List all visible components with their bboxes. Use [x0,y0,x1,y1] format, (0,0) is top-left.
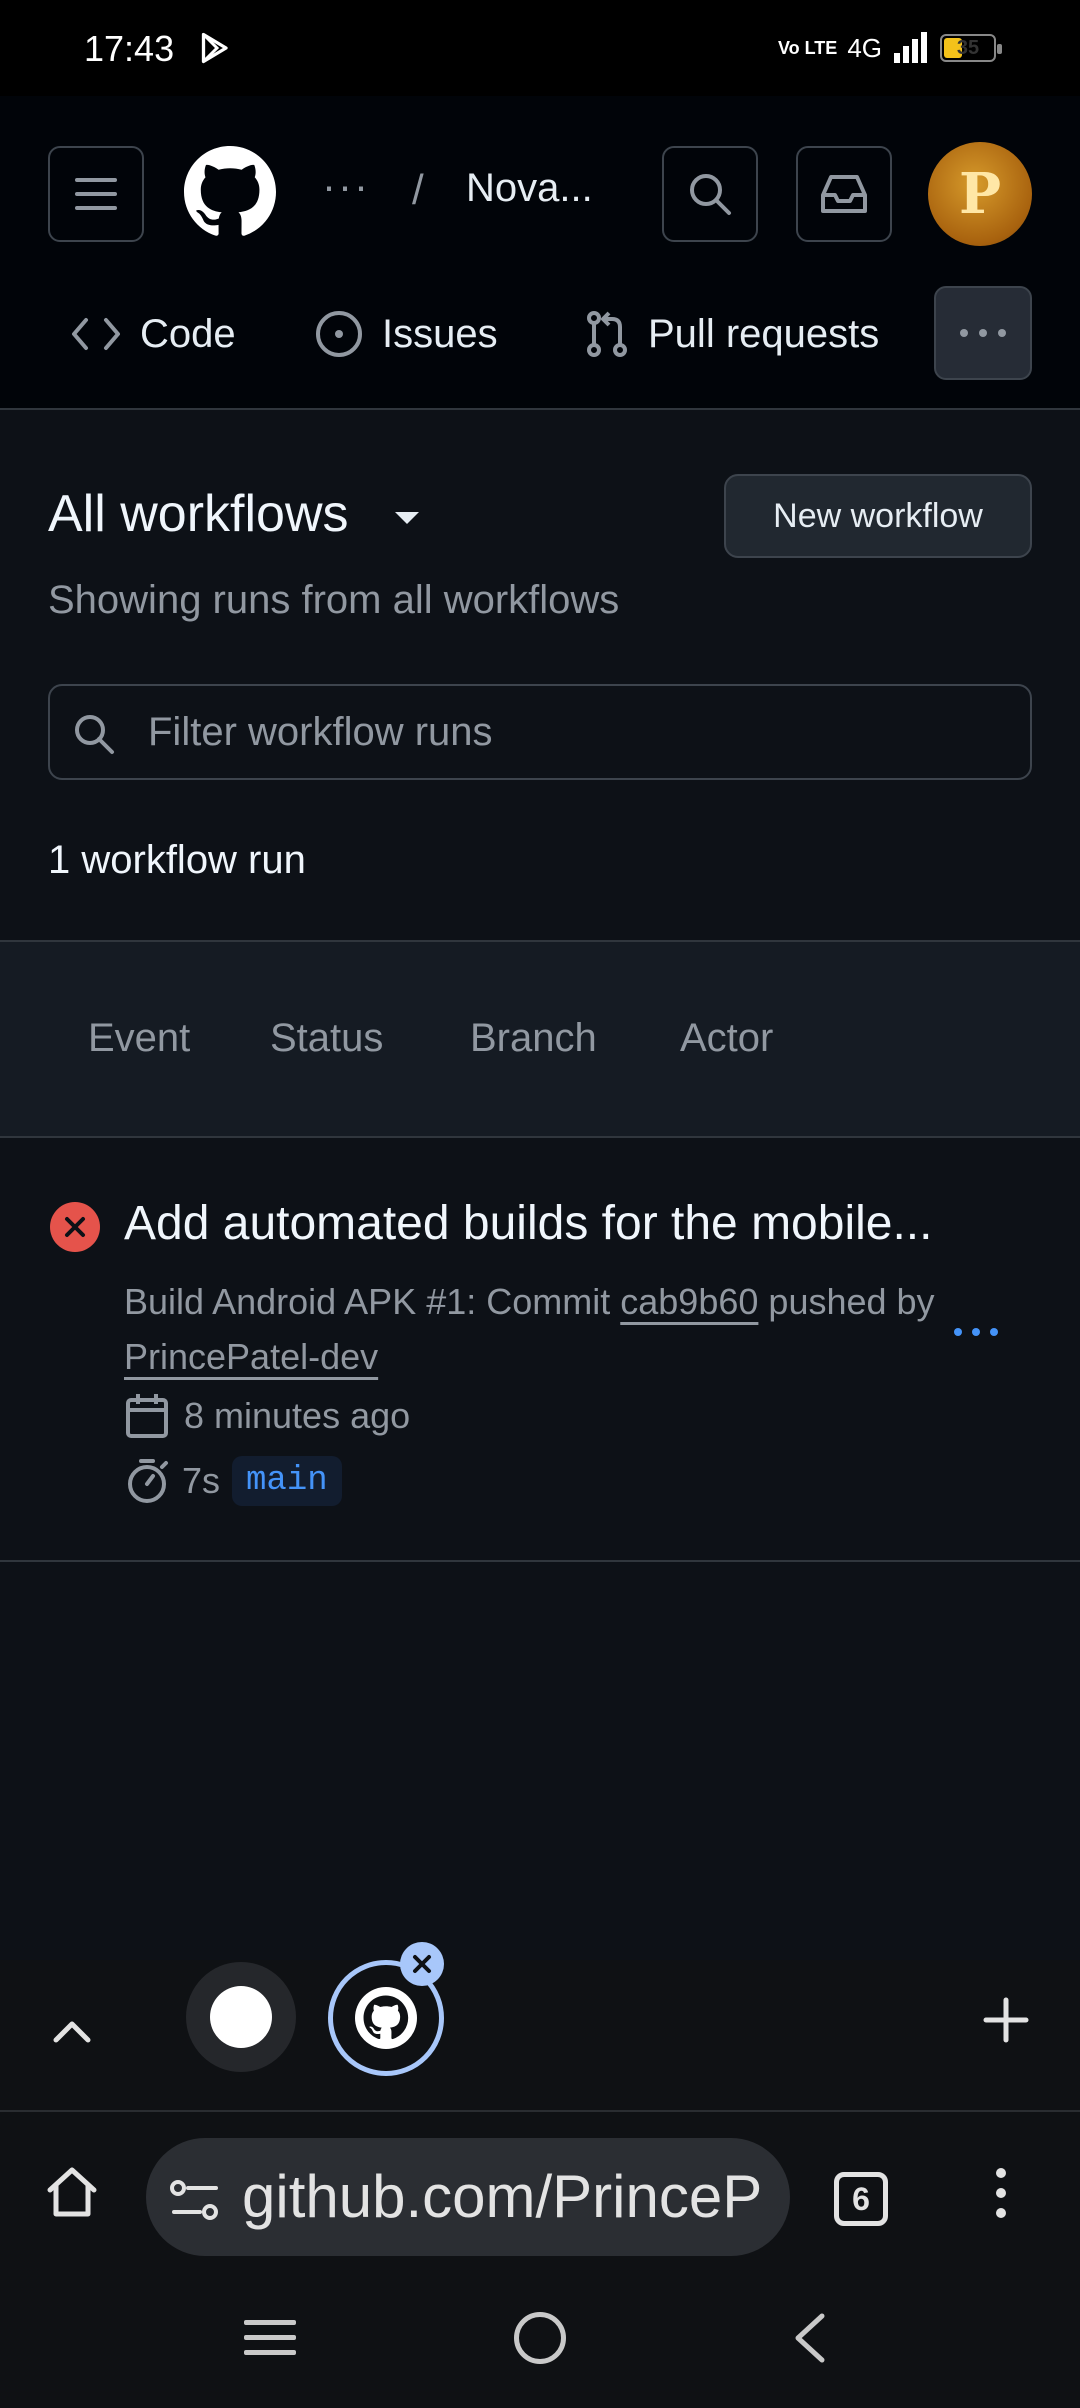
workflow-run-row[interactable]: Add automated builds for the mobile... B… [0,1138,1080,1562]
tab-issues-label: Issues [382,311,498,356]
git-pull-request-icon [587,311,627,357]
run-count: 1 workflow run [48,838,306,882]
filter-status-button[interactable]: Status [270,1016,383,1061]
dot [996,2168,1006,2178]
issue-opened-icon [316,311,362,357]
run-time-ago: 8 minutes ago [184,1395,411,1436]
tab-switcher-button[interactable]: 6 [834,2172,888,2226]
author-link[interactable]: PrincePatel-dev [124,1336,378,1377]
run-time: 8 minutes ago [124,1392,410,1440]
breadcrumb-overflow[interactable]: ··· [322,162,370,210]
code-icon [72,318,120,350]
line [244,2335,296,2340]
github-header: ··· / Nova... P Code Issues Pull request… [0,96,1080,410]
browser-tab-thumbnail[interactable] [186,1962,296,2072]
status-bar: 17:43 Vo LTE 4G 35 [0,0,1080,96]
browser-tab-strip [0,1942,1080,2110]
run-meta: Build Android APK #1: Commit cab9b60 pus… [124,1274,964,1384]
filter-field[interactable] [48,684,1032,780]
close-icon [413,1955,431,1973]
menu-icon [75,178,117,210]
search-icon [75,715,114,754]
volte-indicator: Vo LTE [777,38,838,58]
more-tabs-button[interactable] [934,286,1032,380]
close-tab-button[interactable] [400,1942,444,1986]
avatar-letter: P [958,161,1002,227]
browser-menu-button[interactable] [996,2168,1006,2218]
line [244,2320,296,2325]
address-bar[interactable]: github.com/PrincePa [146,2138,790,2256]
home-button[interactable] [514,2312,566,2364]
recents-button[interactable] [244,2320,296,2355]
run-title[interactable]: Add automated builds for the mobile... [124,1196,932,1251]
filter-actor-button[interactable]: Actor [680,1016,773,1061]
filter-branch-button[interactable]: Branch [470,1016,597,1061]
site-settings-icon[interactable] [170,2178,220,2222]
run-meta-mid: pushed by [768,1281,935,1322]
avatar[interactable]: P [928,142,1032,246]
filter-workflow-runs-input[interactable] [148,686,1008,778]
status-time: 17:43 [84,28,175,69]
github-favicon-icon [355,1987,417,2049]
filter-event-button[interactable]: Event [88,1016,190,1061]
calendar-icon [126,1394,168,1438]
menu-button[interactable] [48,146,144,242]
inbox-button[interactable] [796,146,892,242]
dot [972,1328,980,1336]
workflow-selector[interactable]: All workflows [48,484,419,544]
tab-pull-requests-label: Pull requests [648,311,880,356]
search-icon [690,174,731,215]
chevron-up-icon[interactable] [52,2016,92,2044]
repo-nav: Code Issues Pull requests [0,286,1080,390]
play-store-icon [201,32,228,64]
run-meta-prefix: Build Android APK #1: Commit [124,1281,611,1322]
github-logo-icon[interactable] [184,146,276,238]
filter-bar: Event Status Branch Actor [0,940,1080,1138]
run-duration-value: 7s [182,1460,221,1501]
kebab-horizontal-icon [960,329,1006,337]
triangle-down-icon [394,512,419,524]
commit-link[interactable]: cab9b60 [620,1281,758,1322]
search-button[interactable] [662,146,758,242]
new-tab-plus-icon[interactable] [982,1996,1030,2044]
inbox-icon [821,175,867,213]
branch-label[interactable]: main [232,1456,342,1506]
tab-code-label: Code [140,311,236,356]
x-circle-fill-icon [50,1202,100,1252]
page-title: All workflows [48,485,349,543]
status-indicators: Vo LTE 4G 35 [777,30,1002,66]
breadcrumb-repo[interactable]: Nova... [466,166,593,211]
tab-pull-requests[interactable]: Pull requests [584,286,879,382]
home-icon[interactable] [44,2164,100,2220]
dot [954,1328,962,1336]
tab-issues[interactable]: Issues [314,286,498,382]
run-more-button[interactable] [954,1328,998,1336]
network-type: 4G [847,32,882,63]
url-text[interactable]: github.com/PrincePa [242,2162,762,2231]
dot [990,1328,998,1336]
run-duration: 7s main [124,1456,342,1506]
battery-icon: 35 [940,34,1002,62]
battery-level: 35 [956,37,980,59]
line [244,2350,296,2355]
page-subtitle: Showing runs from all workflows [48,578,620,622]
breadcrumb-separator: / [412,166,424,213]
system-nav-bar [0,2280,1080,2408]
signal-icon [894,32,927,63]
dot [996,2188,1006,2198]
new-workflow-button[interactable]: New workflow [724,474,1032,558]
tab-code[interactable]: Code [70,286,236,382]
back-icon[interactable] [790,2310,830,2366]
dot [996,2208,1006,2218]
browser-toolbar: github.com/PrincePa 6 [0,2110,1080,2280]
blank-favicon [210,1986,272,2048]
stopwatch-icon [128,1459,168,1503]
